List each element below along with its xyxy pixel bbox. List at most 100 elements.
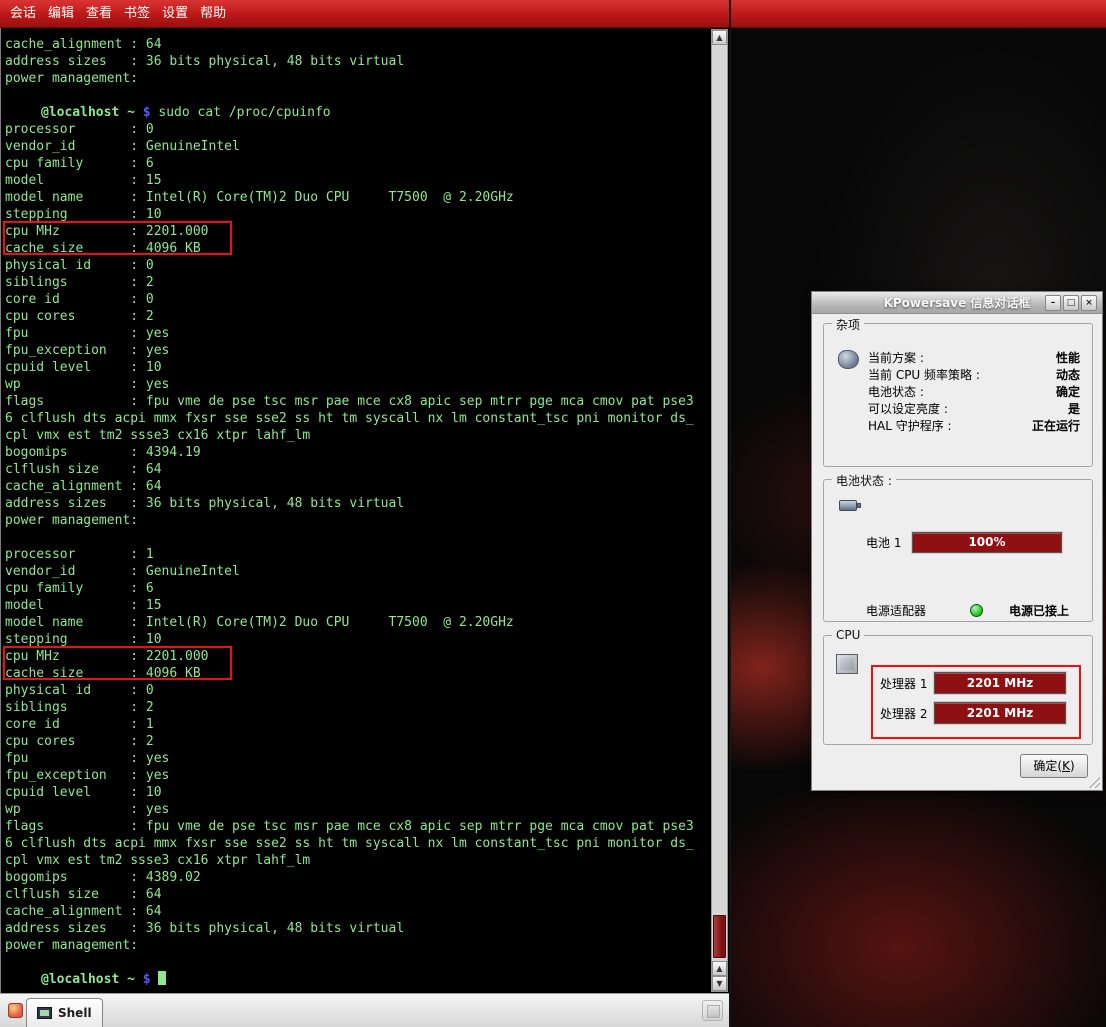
group-cpu: CPU 处理器 1 2201 MHz 处理器 2 2201 MHz <box>823 635 1093 745</box>
terminal-icon <box>37 1007 52 1019</box>
terminal-line: address sizes : 36 bits physical, 48 bit… <box>5 495 711 512</box>
terminal-line: cpu cores : 2 <box>5 308 711 325</box>
misc-label: 当前方案 : <box>868 350 924 367</box>
terminal-line: processor : 0 <box>5 121 711 138</box>
terminal-output[interactable]: cache_alignment : 64address sizes : 36 b… <box>2 28 711 993</box>
terminal-line: processor : 1 <box>5 546 711 563</box>
processor-frequency-bar: 2201 MHz <box>934 672 1066 694</box>
terminal-line: cache size : 4096 KB <box>5 240 711 257</box>
terminal-line: model : 15 <box>5 597 711 614</box>
tab-shell[interactable]: Shell <box>26 998 103 1027</box>
terminal-line: fpu_exception : yes <box>5 767 711 784</box>
ok-button[interactable]: 确定(K) <box>1020 754 1088 778</box>
menu-item-settings[interactable]: 设置 <box>156 0 194 28</box>
terminal-line: cache size : 4096 KB <box>5 665 711 682</box>
scrollbar-thumb[interactable] <box>713 915 726 958</box>
misc-label: 电池状态 : <box>868 384 924 401</box>
adapter-label: 电源适配器 <box>866 602 954 619</box>
terminal-line: cpu family : 6 <box>5 155 711 172</box>
misc-value: 动态 <box>1056 367 1080 384</box>
resize-grip[interactable] <box>1088 776 1100 788</box>
terminal-line: wp : yes <box>5 376 711 393</box>
terminal-line: cpuid level : 10 <box>5 359 711 376</box>
terminal-line: model name : Intel(R) Core(TM)2 Duo CPU … <box>5 189 711 206</box>
terminal-line: cpl vmx est tm2 ssse3 cx16 xtpr lahf_lm <box>5 852 711 869</box>
group-misc-title: 杂项 <box>832 316 864 333</box>
menu-item-edit[interactable]: 编辑 <box>42 0 80 28</box>
terminal-line <box>5 529 711 546</box>
terminal-line: siblings : 2 <box>5 274 711 291</box>
menu-item-help[interactable]: 帮助 <box>194 0 232 28</box>
misc-value: 性能 <box>1056 350 1080 367</box>
battery-icon <box>839 496 863 514</box>
tab-shell-label: Shell <box>58 1006 92 1020</box>
terminal-line: model : 15 <box>5 172 711 189</box>
terminal-line: cpl vmx est tm2 ssse3 cx16 xtpr lahf_lm <box>5 427 711 444</box>
terminal-line: fpu : yes <box>5 325 711 342</box>
processor-row: 处理器 2 2201 MHz <box>880 702 1066 724</box>
terminal-line: siblings : 2 <box>5 699 711 716</box>
terminal-line: model name : Intel(R) Core(TM)2 Duo CPU … <box>5 614 711 631</box>
prompt-symbol: $ <box>135 105 158 120</box>
terminal-line: physical id : 0 <box>5 257 711 274</box>
new-session-button[interactable] <box>4 999 26 1023</box>
terminal-line: address sizes : 36 bits physical, 48 bit… <box>5 920 711 937</box>
window-separator <box>729 0 731 1027</box>
misc-row: 当前方案 : 性能 <box>868 350 1080 367</box>
menu-item-view[interactable]: 查看 <box>80 0 118 28</box>
group-battery-title: 电池状态 : <box>832 472 896 489</box>
terminal-line: cache_alignment : 64 <box>5 903 711 920</box>
terminal-line: wp : yes <box>5 801 711 818</box>
misc-value: 正在运行 <box>1032 418 1080 435</box>
processor-frequency-bar: 2201 MHz <box>934 702 1066 724</box>
tab-list-button[interactable] <box>702 1000 723 1021</box>
misc-value: 确定 <box>1056 384 1080 401</box>
battery-label: 电池 1 <box>866 534 912 551</box>
redacted-username <box>5 104 41 116</box>
battery-row: 电池 1 100% <box>866 532 1062 553</box>
terminal-line: power management: <box>5 937 711 954</box>
group-cpu-title: CPU <box>832 628 864 642</box>
scheme-icon <box>838 350 859 369</box>
processor-label: 处理器 1 <box>880 675 934 692</box>
terminal-line: vendor_id : GenuineIntel <box>5 138 711 155</box>
terminal-line: stepping : 10 <box>5 631 711 648</box>
close-button[interactable]: × <box>1081 295 1097 311</box>
misc-label: 可以设定亮度 : <box>868 401 948 418</box>
misc-rows: 当前方案 : 性能 当前 CPU 频率策略 : 动态 电池状态 : 确定 可以设… <box>868 350 1080 435</box>
scroll-down-icon[interactable]: ▼ <box>712 976 727 991</box>
prompt-command: sudo cat /proc/cpuinfo <box>158 105 330 120</box>
battery-icon-body <box>839 500 857 511</box>
cpu-icon <box>836 654 858 674</box>
minimize-button[interactable]: – <box>1045 295 1061 311</box>
misc-row: 当前 CPU 频率策略 : 动态 <box>868 367 1080 384</box>
misc-label: 当前 CPU 频率策略 : <box>868 367 980 384</box>
processor-label: 处理器 2 <box>880 705 934 722</box>
terminal-line <box>5 954 711 971</box>
misc-row: 电池状态 : 确定 <box>868 384 1080 401</box>
terminal-scrollbar[interactable]: ▲ ▲ ▼ <box>711 29 728 992</box>
terminal-window: cache_alignment : 64address sizes : 36 b… <box>0 28 729 993</box>
ok-button-label: ) <box>1070 759 1075 773</box>
terminal-line: power management: <box>5 512 711 529</box>
redacted-username <box>5 971 41 983</box>
scroll-up-icon[interactable]: ▲ <box>712 30 727 45</box>
processor-row: 处理器 1 2201 MHz <box>880 672 1066 694</box>
ok-button-label: 确定( <box>1033 759 1062 773</box>
maximize-button[interactable]: □ <box>1063 295 1079 311</box>
group-misc: 杂项 当前方案 : 性能 当前 CPU 频率策略 : 动态 电池状态 : 确定 … <box>823 323 1093 467</box>
kpowersave-dialog: KPowersave 信息对话框 – □ × 杂项 当前方案 : 性能 当前 C… <box>811 291 1103 791</box>
terminal-line: cpu MHz : 2201.000 <box>5 223 711 240</box>
misc-row: HAL 守护程序 : 正在运行 <box>868 418 1080 435</box>
group-battery: 电池状态 : 电池 1 100% 电源适配器 电源已接上 <box>823 479 1093 622</box>
menu-item-bookmarks[interactable]: 书签 <box>118 0 156 28</box>
terminal-line: bogomips : 4394.19 <box>5 444 711 461</box>
terminal-tab-bar: Shell <box>0 993 729 1027</box>
terminal-line: 6 clflush dts acpi mmx fxsr sse sse2 ss … <box>5 410 711 427</box>
terminal-line: fpu_exception : yes <box>5 342 711 359</box>
terminal-cursor <box>158 971 166 985</box>
terminal-line: flags : fpu vme de pse tsc msr pae mce c… <box>5 393 711 410</box>
scroll-up-icon[interactable]: ▲ <box>712 961 727 976</box>
menu-item-session[interactable]: 会话 <box>4 0 42 28</box>
terminal-line: flags : fpu vme de pse tsc msr pae mce c… <box>5 818 711 835</box>
